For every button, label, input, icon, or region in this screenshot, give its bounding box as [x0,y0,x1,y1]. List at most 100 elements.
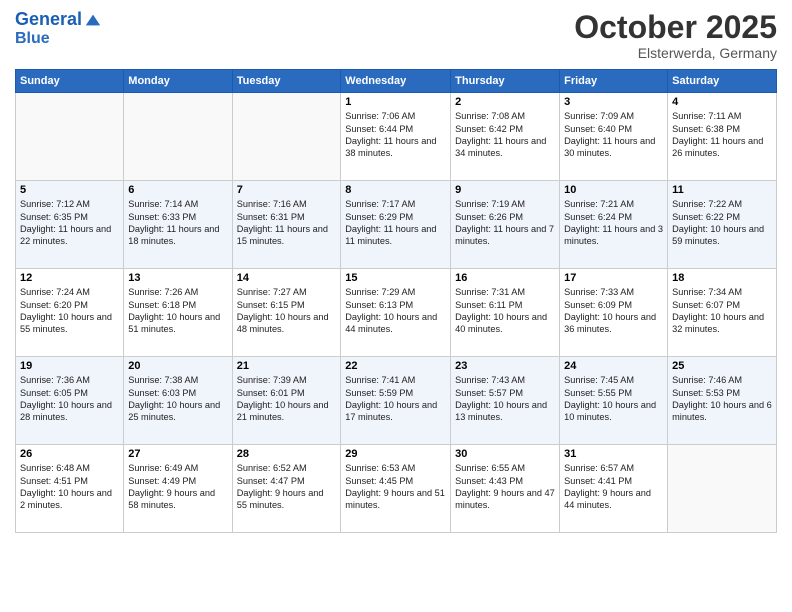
day-number: 2 [455,96,555,108]
day-number: 1 [345,96,446,108]
table-row: 16 Sunrise: 7:31 AM Sunset: 6:11 PM Dayli… [451,269,560,357]
day-info: Sunrise: 7:21 AM Sunset: 6:24 PM Dayligh… [564,198,663,248]
day-info: Sunrise: 7:34 AM Sunset: 6:07 PM Dayligh… [672,286,772,336]
day-info: Sunrise: 7:11 AM Sunset: 6:38 PM Dayligh… [672,110,772,160]
table-row: 12 Sunrise: 7:24 AM Sunset: 6:20 PM Dayli… [16,269,124,357]
day-info: Sunrise: 7:39 AM Sunset: 6:01 PM Dayligh… [237,374,337,424]
table-row: 18 Sunrise: 7:34 AM Sunset: 6:07 PM Dayli… [668,269,777,357]
day-info: Sunrise: 7:46 AM Sunset: 5:53 PM Dayligh… [672,374,772,424]
day-number: 16 [455,272,555,284]
col-friday: Friday [560,70,668,93]
table-row: 28 Sunrise: 6:52 AM Sunset: 4:47 PM Dayli… [232,445,341,533]
day-info: Sunrise: 7:12 AM Sunset: 6:35 PM Dayligh… [20,198,119,248]
day-number: 21 [237,360,337,372]
day-info: Sunrise: 7:31 AM Sunset: 6:11 PM Dayligh… [455,286,555,336]
table-row: 1 Sunrise: 7:06 AM Sunset: 6:44 PM Daylig… [341,93,451,181]
day-info: Sunrise: 7:06 AM Sunset: 6:44 PM Dayligh… [345,110,446,160]
table-row: 15 Sunrise: 7:29 AM Sunset: 6:13 PM Dayli… [341,269,451,357]
calendar-week-row: 12 Sunrise: 7:24 AM Sunset: 6:20 PM Dayli… [16,269,777,357]
col-saturday: Saturday [668,70,777,93]
day-number: 27 [128,448,227,460]
table-row: 4 Sunrise: 7:11 AM Sunset: 6:38 PM Daylig… [668,93,777,181]
day-number: 4 [672,96,772,108]
day-info: Sunrise: 7:17 AM Sunset: 6:29 PM Dayligh… [345,198,446,248]
day-info: Sunrise: 6:52 AM Sunset: 4:47 PM Dayligh… [237,462,337,512]
col-sunday: Sunday [16,70,124,93]
day-info: Sunrise: 6:55 AM Sunset: 4:43 PM Dayligh… [455,462,555,512]
day-number: 9 [455,184,555,196]
day-info: Sunrise: 7:38 AM Sunset: 6:03 PM Dayligh… [128,374,227,424]
day-info: Sunrise: 7:22 AM Sunset: 6:22 PM Dayligh… [672,198,772,248]
title-block: October 2025 Elsterwerda, Germany [574,10,777,61]
day-info: Sunrise: 7:43 AM Sunset: 5:57 PM Dayligh… [455,374,555,424]
logo-icon [84,11,102,29]
day-number: 12 [20,272,119,284]
day-info: Sunrise: 7:08 AM Sunset: 6:42 PM Dayligh… [455,110,555,160]
day-info: Sunrise: 6:53 AM Sunset: 4:45 PM Dayligh… [345,462,446,512]
table-row [668,445,777,533]
table-row: 13Sunrise: 7:26 AM Sunset: 6:18 PM Dayli… [124,269,232,357]
col-tuesday: Tuesday [232,70,341,93]
day-info: Sunrise: 7:27 AM Sunset: 6:15 PM Dayligh… [237,286,337,336]
day-number: 29 [345,448,446,460]
table-row [16,93,124,181]
day-number: 26 [20,448,119,460]
logo-blue: Blue [15,30,102,48]
calendar-title: October 2025 [574,10,777,45]
header: General Blue October 2025 Elsterwerda, G… [15,10,777,61]
day-number: 8 [345,184,446,196]
day-info: Sunrise: 7:36 AM Sunset: 6:05 PM Dayligh… [20,374,119,424]
table-row: 10 Sunrise: 7:21 AM Sunset: 6:24 PM Dayli… [560,181,668,269]
table-row: 9Sunrise: 7:19 AM Sunset: 6:26 PM Daylig… [451,181,560,269]
col-wednesday: Wednesday [341,70,451,93]
table-row: 19 Sunrise: 7:36 AM Sunset: 6:05 PM Dayli… [16,357,124,445]
day-number: 18 [672,272,772,284]
table-row: 24Sunrise: 7:45 AM Sunset: 5:55 PM Dayli… [560,357,668,445]
day-info: Sunrise: 7:45 AM Sunset: 5:55 PM Dayligh… [564,374,663,424]
table-row [232,93,341,181]
day-number: 6 [128,184,227,196]
day-info: Sunrise: 7:16 AM Sunset: 6:31 PM Dayligh… [237,198,337,248]
calendar-subtitle: Elsterwerda, Germany [574,45,777,61]
day-info: Sunrise: 7:33 AM Sunset: 6:09 PM Dayligh… [564,286,663,336]
day-number: 30 [455,448,555,460]
day-info: Sunrise: 6:49 AM Sunset: 4:49 PM Dayligh… [128,462,227,512]
table-row: 23 Sunrise: 7:43 AM Sunset: 5:57 PM Dayli… [451,357,560,445]
logo: General Blue [15,10,102,47]
table-row: 26 Sunrise: 6:48 AM Sunset: 4:51 PM Dayli… [16,445,124,533]
day-number: 31 [564,448,663,460]
table-row: 11 Sunrise: 7:22 AM Sunset: 6:22 PM Dayli… [668,181,777,269]
day-info: Sunrise: 7:24 AM Sunset: 6:20 PM Dayligh… [20,286,119,336]
table-row: 21 Sunrise: 7:39 AM Sunset: 6:01 PM Dayli… [232,357,341,445]
table-row: 14 Sunrise: 7:27 AM Sunset: 6:15 PM Dayli… [232,269,341,357]
table-row: 2 Sunrise: 7:08 AM Sunset: 6:42 PM Daylig… [451,93,560,181]
table-row: 31Sunrise: 6:57 AM Sunset: 4:41 PM Dayli… [560,445,668,533]
day-number: 10 [564,184,663,196]
table-row: 20Sunrise: 7:38 AM Sunset: 6:03 PM Dayli… [124,357,232,445]
table-row: 30 Sunrise: 6:55 AM Sunset: 4:43 PM Dayli… [451,445,560,533]
day-number: 13 [128,272,227,284]
day-number: 17 [564,272,663,284]
day-number: 14 [237,272,337,284]
calendar-week-row: 19 Sunrise: 7:36 AM Sunset: 6:05 PM Dayli… [16,357,777,445]
col-monday: Monday [124,70,232,93]
calendar-week-row: 26 Sunrise: 6:48 AM Sunset: 4:51 PM Dayli… [16,445,777,533]
table-row: 22Sunrise: 7:41 AM Sunset: 5:59 PM Dayli… [341,357,451,445]
day-number: 23 [455,360,555,372]
day-number: 19 [20,360,119,372]
table-row: 27 Sunrise: 6:49 AM Sunset: 4:49 PM Dayli… [124,445,232,533]
table-row: 7 Sunrise: 7:16 AM Sunset: 6:31 PM Daylig… [232,181,341,269]
day-info: Sunrise: 7:14 AM Sunset: 6:33 PM Dayligh… [128,198,227,248]
day-number: 15 [345,272,446,284]
table-row: 6 Sunrise: 7:14 AM Sunset: 6:33 PM Daylig… [124,181,232,269]
table-row: 5 Sunrise: 7:12 AM Sunset: 6:35 PM Daylig… [16,181,124,269]
day-number: 11 [672,184,772,196]
day-info: Sunrise: 6:48 AM Sunset: 4:51 PM Dayligh… [20,462,119,512]
day-number: 28 [237,448,337,460]
day-number: 7 [237,184,337,196]
logo-text: General [15,10,82,30]
day-number: 5 [20,184,119,196]
table-row: 25Sunrise: 7:46 AM Sunset: 5:53 PM Dayli… [668,357,777,445]
table-row [124,93,232,181]
day-info: Sunrise: 7:29 AM Sunset: 6:13 PM Dayligh… [345,286,446,336]
